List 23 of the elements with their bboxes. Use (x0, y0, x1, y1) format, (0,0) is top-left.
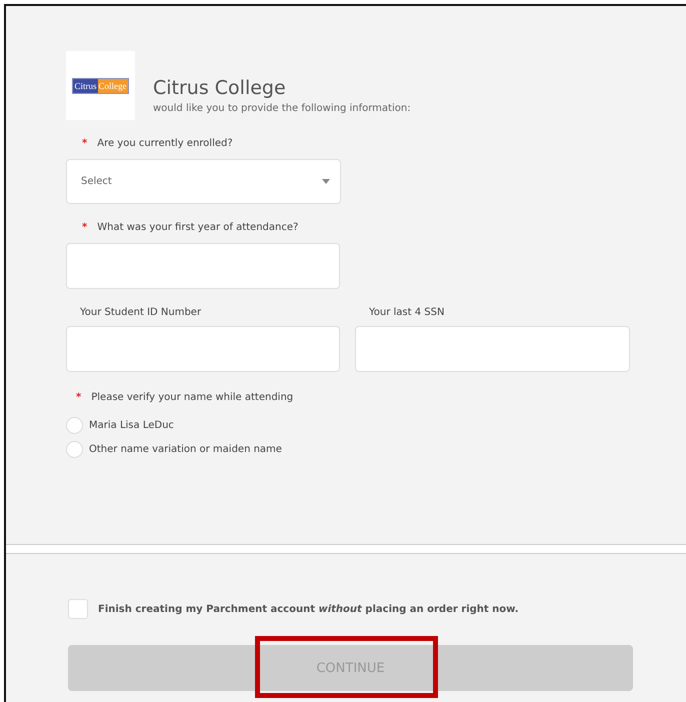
field-label: What was your first year of attendance? (97, 222, 298, 233)
field-label: Your last 4 SSN (369, 307, 444, 318)
field-label: Please verify your name while attending (91, 392, 294, 403)
enrolled-select[interactable]: Select (66, 159, 341, 204)
field-label: Your Student ID Number (80, 307, 202, 318)
input-field[interactable] (66, 243, 340, 289)
required-mark: * (82, 138, 88, 149)
checkbox[interactable] (68, 599, 88, 619)
input-field[interactable] (66, 326, 340, 372)
field-label: Are you currently enrolled? (97, 138, 233, 149)
logo-text: College (98, 78, 128, 94)
input-field[interactable] (355, 326, 630, 372)
logo-text: Citrus (72, 78, 98, 94)
radio-label[interactable]: Other name variation or maiden name (89, 444, 282, 455)
radio-button[interactable] (66, 441, 83, 458)
caret-icon (322, 179, 330, 184)
required-mark: * (76, 392, 82, 403)
radio-button[interactable] (66, 417, 83, 434)
radio-label[interactable]: Maria Lisa LeDuc (89, 420, 174, 431)
required-mark: * (82, 222, 88, 233)
college-name: Citrus College (153, 77, 287, 99)
checkbox-label[interactable]: Finish creating my Parchment account without placing an order right now. (98, 604, 519, 614)
subtitle: would like you to provide the following information: (153, 103, 411, 114)
